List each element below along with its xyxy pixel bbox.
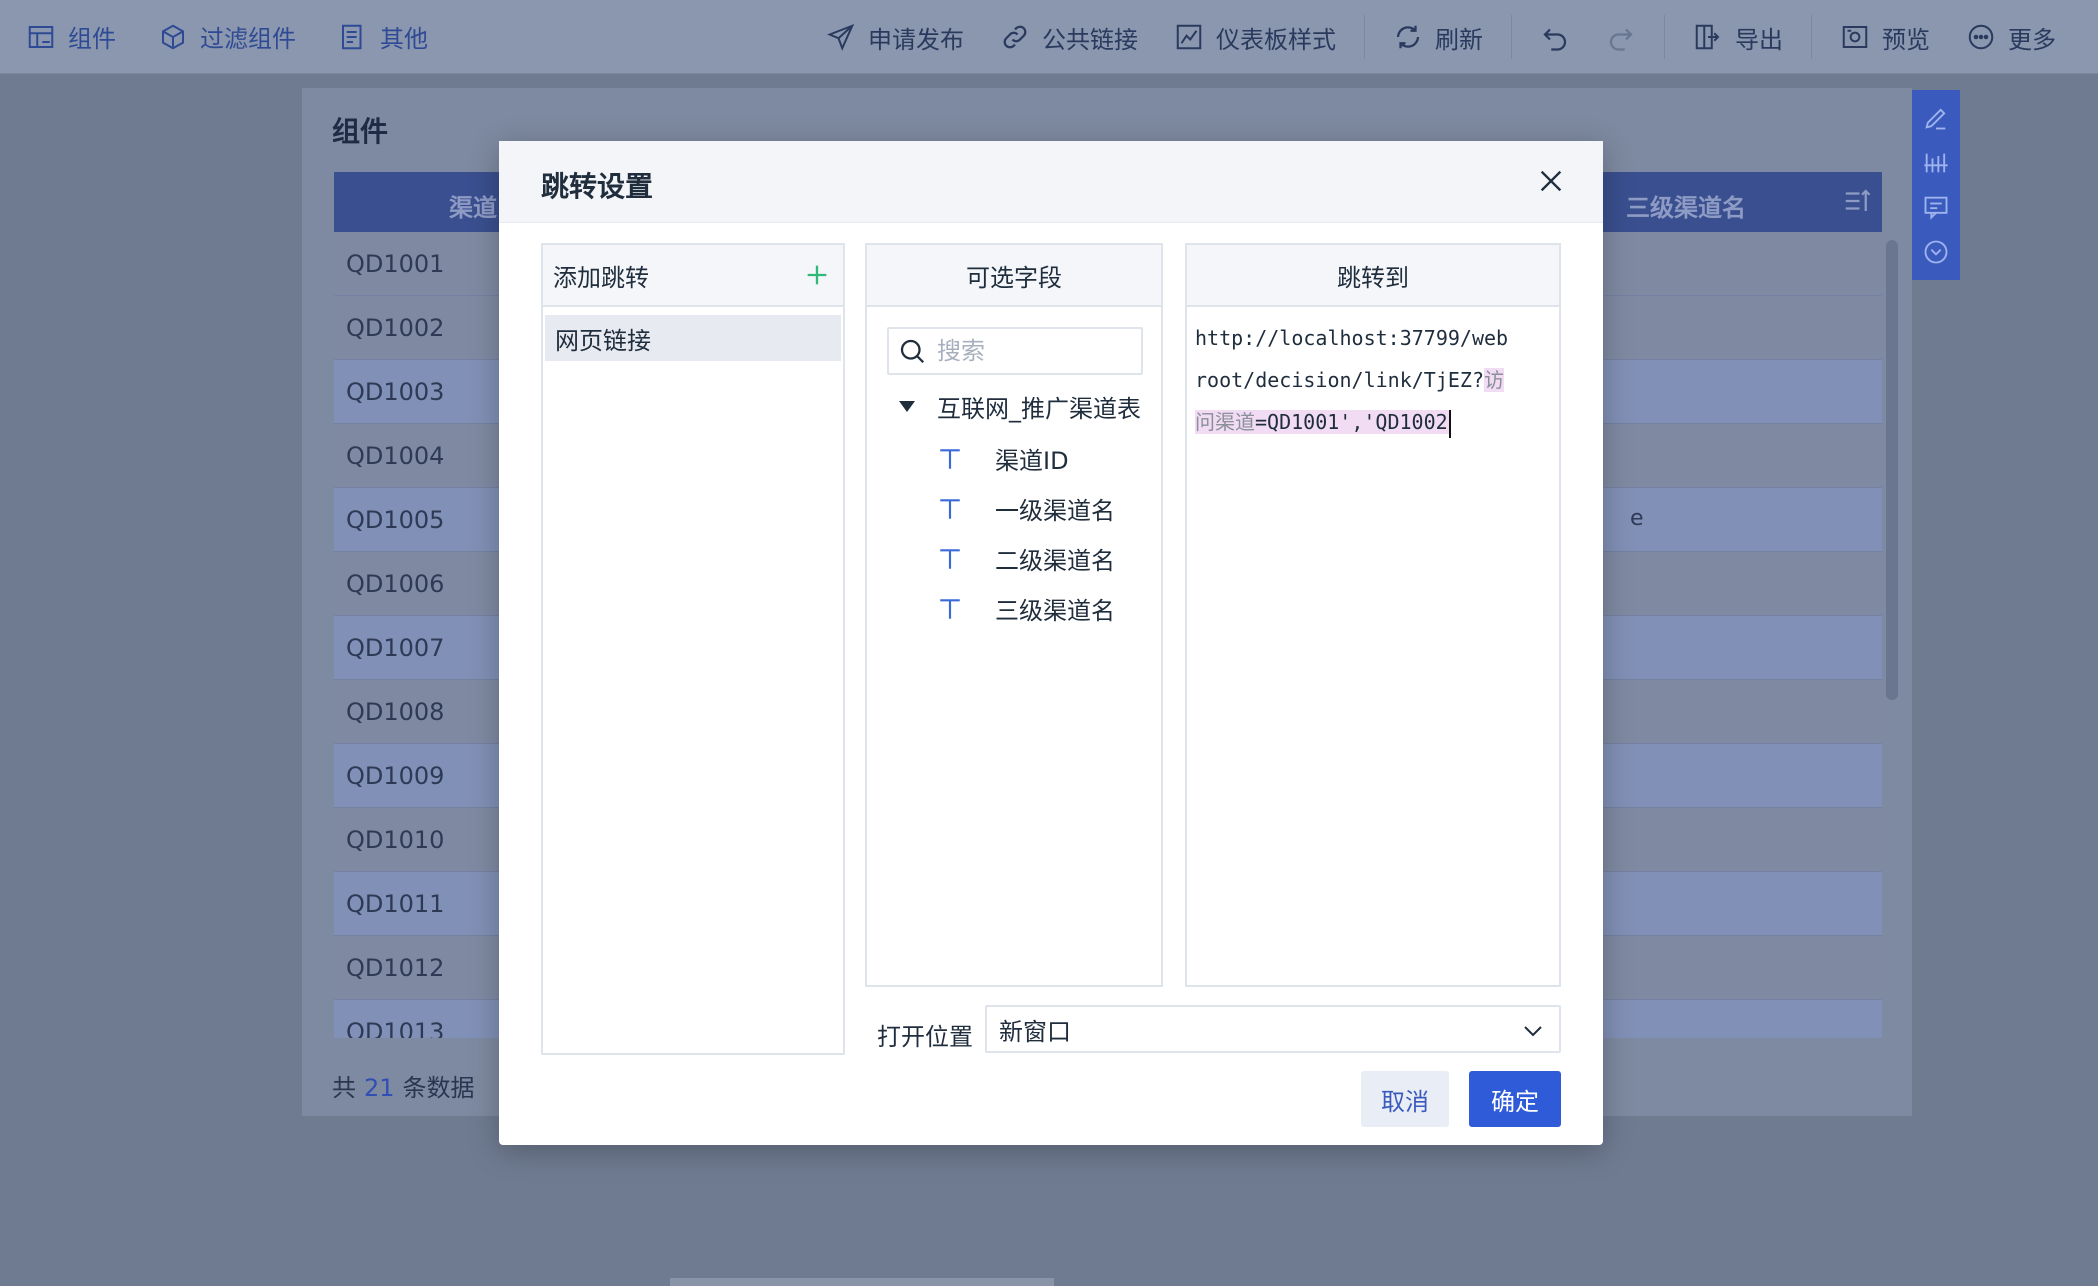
refresh-button[interactable]: 刷新 xyxy=(1393,20,1483,55)
filter-component-icon xyxy=(162,24,184,49)
open-position-label: 打开位置 xyxy=(877,1023,973,1051)
other-icon xyxy=(342,24,362,49)
top-toolbar: 组件 过滤组件 其他 申请发布 公共链接 仪表板样式 刷新 导出 预览 更多 xyxy=(0,0,2098,74)
more-icon xyxy=(1968,24,1994,50)
sort-icon[interactable] xyxy=(1842,186,1872,216)
redo-icon xyxy=(1609,28,1633,51)
export-icon xyxy=(1695,24,1720,50)
column-header-channel[interactable]: 渠道 xyxy=(449,188,497,223)
dialog-title: 跳转设置 xyxy=(541,170,654,203)
panel-title: 组件 xyxy=(332,115,389,148)
confirm-button[interactable]: 确定 xyxy=(1469,1071,1561,1127)
horizontal-scrollbar[interactable] xyxy=(670,1278,1054,1286)
chevron-down-circle-icon[interactable] xyxy=(1922,238,1950,266)
undo-button[interactable] xyxy=(1540,22,1570,52)
more-button[interactable]: 更多 xyxy=(1966,20,2056,55)
publish-button[interactable]: 申请发布 xyxy=(826,20,964,55)
search-icon xyxy=(900,339,925,364)
jump-to-header: 跳转到 xyxy=(1187,245,1559,307)
chevron-down-icon xyxy=(1524,1026,1542,1037)
chart-icon[interactable] xyxy=(1922,149,1950,177)
cell-text: e xyxy=(1630,506,1644,531)
toolbar-other-button[interactable]: 其他 xyxy=(338,19,428,54)
text-field-icon xyxy=(940,548,960,569)
add-jump-header: 添加跳转 xyxy=(543,245,843,307)
toolbar-filter-component-button[interactable]: 过滤组件 xyxy=(158,19,296,54)
undo-icon xyxy=(1543,28,1567,51)
redo-button[interactable] xyxy=(1606,22,1636,52)
toolbar-divider xyxy=(1364,15,1365,59)
close-icon[interactable] xyxy=(1535,165,1567,197)
field-search-input[interactable] xyxy=(937,337,1127,365)
field-item[interactable]: 二级渠道名 xyxy=(937,541,1115,576)
field-item[interactable]: 渠道ID xyxy=(937,441,1069,476)
column-header-level3[interactable]: 三级渠道名 xyxy=(1626,188,1746,223)
refresh-icon xyxy=(1396,25,1420,49)
preview-icon xyxy=(1842,26,1868,48)
caret-down-icon[interactable] xyxy=(899,401,915,412)
param-value: =QD1001','QD1002 xyxy=(1255,410,1448,434)
open-position-select[interactable]: 新窗口 xyxy=(985,1005,1561,1053)
record-count: 共 21 条数据 xyxy=(332,1074,475,1102)
tree-node-table[interactable]: 互联网_推广渠道表 xyxy=(899,389,1141,424)
link-icon xyxy=(1003,25,1027,49)
jump-to-panel: 跳转到 http://localhost:37799/web root/deci… xyxy=(1185,243,1561,987)
param-name-highlight: 访 xyxy=(1483,368,1504,392)
comment-icon[interactable] xyxy=(1922,193,1950,221)
fields-header: 可选字段 xyxy=(867,245,1161,307)
public-link-button[interactable]: 公共链接 xyxy=(1000,20,1138,55)
text-cursor xyxy=(1448,409,1451,438)
toolbar-divider xyxy=(1664,15,1665,59)
dialog-header: 跳转设置 xyxy=(499,141,1603,223)
edit-icon[interactable] xyxy=(1922,104,1950,132)
add-icon[interactable] xyxy=(803,261,831,289)
jump-url-editor[interactable]: http://localhost:37799/web root/decision… xyxy=(1195,317,1551,443)
toolbar-divider xyxy=(1811,15,1812,59)
jump-item-web-link[interactable]: 网页链接 xyxy=(545,315,841,361)
field-item[interactable]: 一级渠道名 xyxy=(937,491,1115,526)
field-search-box[interactable] xyxy=(887,327,1143,375)
fields-panel: 可选字段 互联网_推广渠道表 渠道ID 一级渠道名 二级渠道名 三级渠道名 xyxy=(865,243,1163,987)
style-icon xyxy=(1176,24,1202,50)
cancel-button[interactable]: 取消 xyxy=(1361,1071,1449,1127)
field-item[interactable]: 三级渠道名 xyxy=(937,591,1115,626)
param-name-highlight: 问渠道 xyxy=(1195,410,1255,434)
text-field-icon xyxy=(940,498,960,519)
export-button[interactable]: 导出 xyxy=(1693,20,1783,55)
add-jump-panel: 添加跳转 网页链接 xyxy=(541,243,845,1055)
toolbar-component-button[interactable]: 组件 xyxy=(26,19,116,54)
jump-settings-dialog: 跳转设置 添加跳转 网页链接 可选字段 互联网_推广渠道表 渠道ID 一级渠道名 xyxy=(499,141,1603,1145)
send-icon xyxy=(827,23,855,51)
table-scrollbar[interactable] xyxy=(1886,240,1898,700)
text-field-icon xyxy=(940,598,960,619)
preview-button[interactable]: 预览 xyxy=(1840,20,1930,55)
side-toolbar xyxy=(1912,90,1960,280)
component-icon xyxy=(28,25,54,48)
toolbar-divider xyxy=(1511,15,1512,59)
dashboard-style-button[interactable]: 仪表板样式 xyxy=(1174,20,1336,55)
text-field-icon xyxy=(940,448,960,469)
